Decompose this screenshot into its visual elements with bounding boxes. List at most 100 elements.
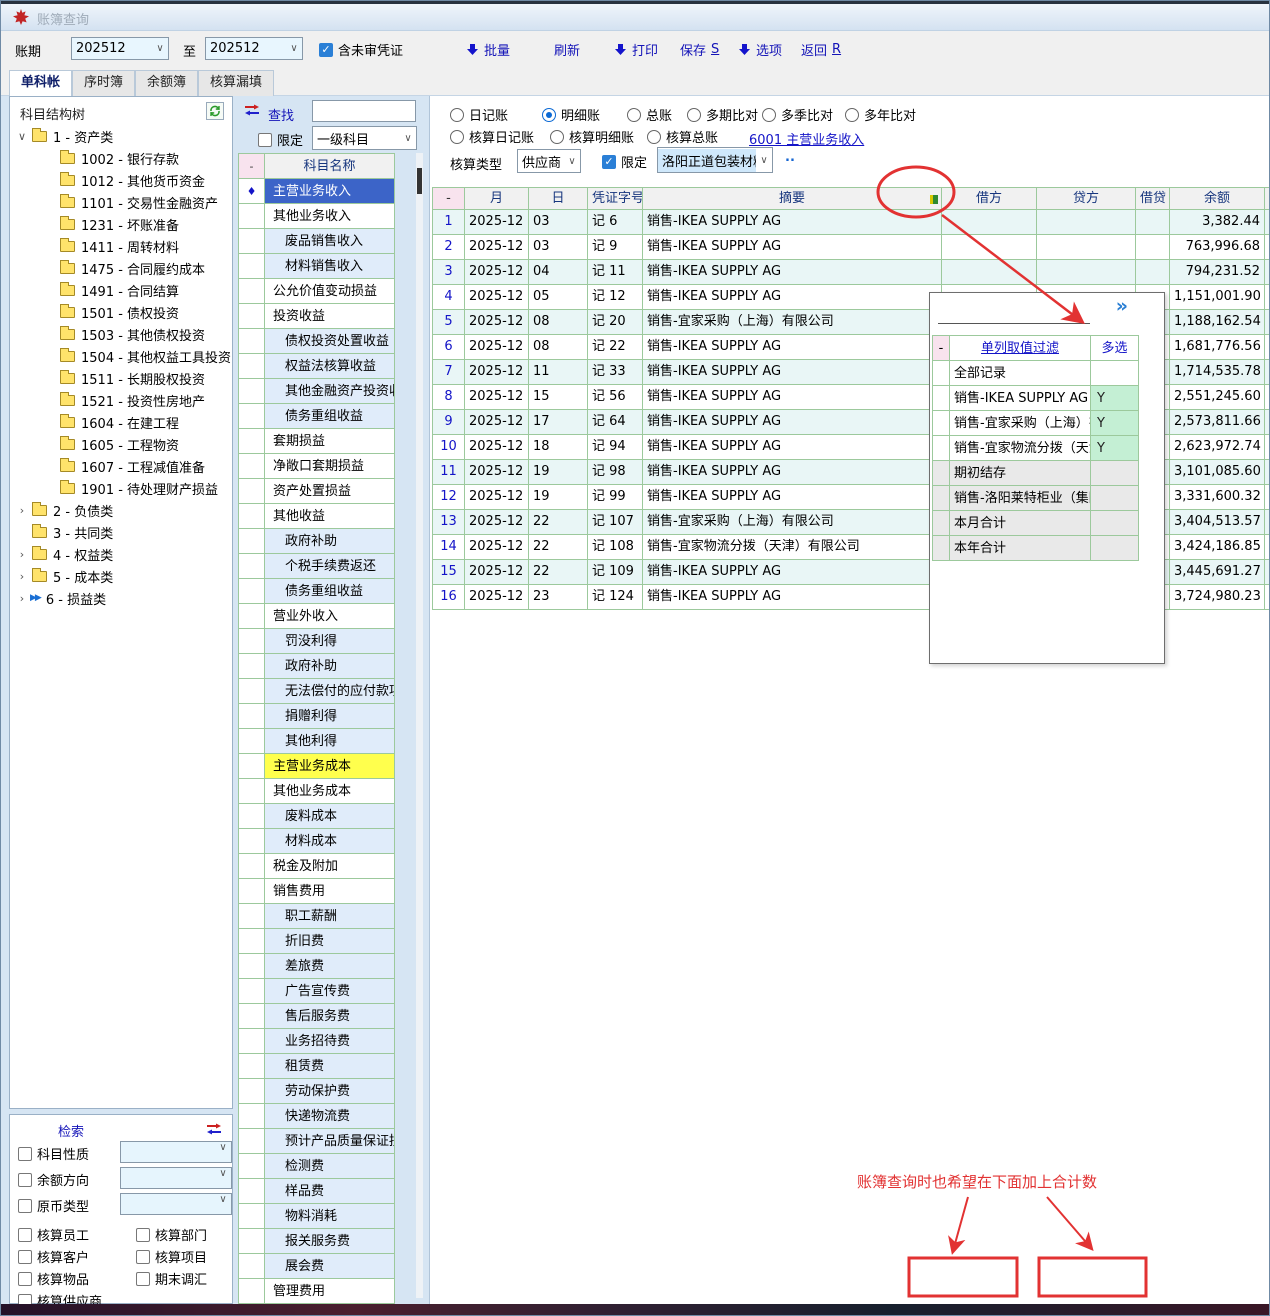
account-list-item[interactable]: 材料销售收入 [239, 254, 395, 279]
popup-flag-cell[interactable]: Y [1091, 386, 1139, 410]
tree-item[interactable]: 1101 - 交易性金融资产 [10, 191, 232, 213]
tree-item[interactable]: 1501 - 债权投资 [10, 301, 232, 323]
account-list-item[interactable]: 其他业务成本 [239, 779, 395, 804]
expand-icon[interactable]: » [1116, 297, 1128, 316]
popup-empty-cell[interactable] [1091, 511, 1139, 535]
tree-item[interactable]: 3 - 共同类 [10, 521, 232, 543]
popup-filter-row[interactable]: 销售-IKEA SUPPLY AGY [933, 386, 1139, 411]
account-list-item[interactable]: 劳动保护费 [239, 1079, 395, 1104]
account-list-item[interactable]: 其他收益 [239, 504, 395, 529]
account-list-item[interactable]: 债务重组收益 [239, 579, 395, 604]
popup-empty-cell[interactable] [1091, 536, 1139, 560]
account-list-item[interactable]: ♦主营业务收入 [239, 179, 395, 204]
tree-item[interactable]: ›5 - 成本类 [10, 565, 232, 587]
account-list-item[interactable]: 债务重组收益 [239, 404, 395, 429]
account-list-item[interactable]: 政府补助 [239, 654, 395, 679]
tree-item[interactable]: 1504 - 其他权益工具投资 [10, 345, 232, 367]
column-header-借方[interactable]: 借方 [942, 187, 1037, 210]
tree-item[interactable]: 1604 - 在建工程 [10, 411, 232, 433]
account-list-item[interactable]: 样品费 [239, 1179, 395, 1204]
account-list-item[interactable]: 其他利得 [239, 729, 395, 754]
account-list-item[interactable]: 预计产品质量保证损 [239, 1129, 395, 1154]
swap-icon[interactable] [206, 1123, 222, 1135]
popup-empty-cell[interactable] [1091, 486, 1139, 510]
account-list-item[interactable]: 权益法核算收益 [239, 354, 395, 379]
popup-filter-row[interactable]: 销售-宜家采购（上海）有Y [933, 411, 1139, 436]
tree-item[interactable]: 1002 - 银行存款 [10, 147, 232, 169]
tree-refresh-button[interactable] [206, 102, 224, 120]
account-list-item[interactable]: 广告宣传费 [239, 979, 395, 1004]
account-list-item[interactable]: 个税手续费返还 [239, 554, 395, 579]
account-list-item[interactable]: 罚没利得 [239, 629, 395, 654]
popup-filter-row[interactable]: 销售-洛阳莱特柜业（集团 [933, 486, 1139, 511]
tree-item[interactable]: 1475 - 合同履约成本 [10, 257, 232, 279]
column-header-余额[interactable]: 余额 [1170, 187, 1265, 210]
checkbox-核算客户[interactable]: 核算客户 [18, 1247, 89, 1266]
find-input[interactable] [312, 100, 416, 122]
account-list-item[interactable]: 营业外收入 [239, 604, 395, 629]
popup-empty-cell[interactable] [1091, 361, 1139, 385]
column-header-贷方[interactable]: 贷方 [1037, 187, 1136, 210]
account-list-item[interactable]: 管理费用 [239, 1279, 395, 1304]
account-list-item[interactable]: 快递物流费 [239, 1104, 395, 1129]
scrollbar-thumb[interactable] [417, 168, 422, 194]
popup-filter-row[interactable]: 销售-宜家物流分拨（天津Y [933, 436, 1139, 461]
account-list-item[interactable]: 主营业务成本 [239, 754, 395, 779]
checkbox-核算物品[interactable]: 核算物品 [18, 1269, 89, 1288]
tree-item[interactable]: 1503 - 其他债权投资 [10, 323, 232, 345]
tree-item[interactable]: ›▶▶6 - 损益类 [10, 587, 232, 609]
account-list-item[interactable]: 其他金融资产投资收 [239, 379, 395, 404]
limit-checkbox[interactable]: 限定 [258, 130, 303, 149]
collapse-icon[interactable]: ∨ [16, 130, 28, 143]
popup-filter-row[interactable]: 本年合计 [933, 536, 1139, 561]
account-list-item[interactable]: 销售费用 [239, 879, 395, 904]
account-list-item[interactable]: 差旅费 [239, 954, 395, 979]
account-list-item[interactable]: 检测费 [239, 1154, 395, 1179]
tree-item[interactable]: 1607 - 工程减值准备 [10, 455, 232, 477]
expand-icon[interactable]: › [16, 504, 28, 517]
account-list-item[interactable]: 材料成本 [239, 829, 395, 854]
tab-单科帐[interactable]: 单科帐 [9, 70, 72, 97]
account-list-item[interactable]: 展会费 [239, 1254, 395, 1279]
expand-icon[interactable]: › [16, 548, 28, 561]
table-row[interactable]: 32025-1204记 11销售-IKEA SUPPLY AG794,231.5… [432, 260, 1270, 285]
account-level-select[interactable]: 一级科目 ∨ [312, 126, 417, 150]
column-header-日[interactable]: 日 [529, 187, 588, 210]
tree-item[interactable]: 1605 - 工程物资 [10, 433, 232, 455]
popup-header-title[interactable]: 单列取值过滤 [950, 336, 1091, 360]
tree-item[interactable]: 1521 - 投资性房地产 [10, 389, 232, 411]
tree-item[interactable]: ›4 - 权益类 [10, 543, 232, 565]
tab-核算漏填[interactable]: 核算漏填 [198, 70, 274, 96]
account-list-item[interactable]: 捐赠利得 [239, 704, 395, 729]
column-header-月[interactable]: 月 [465, 187, 529, 210]
tree-item[interactable]: 1012 - 其他货币资金 [10, 169, 232, 191]
checkbox-期末调汇[interactable]: 期末调汇 [136, 1269, 207, 1288]
account-list-item[interactable]: 其他业务收入 [239, 204, 395, 229]
checkbox-科目性质[interactable]: 科目性质 [18, 1144, 89, 1163]
account-list-item[interactable]: 职工薪酬 [239, 904, 395, 929]
select-余额方向[interactable]: ∨ [120, 1167, 232, 1189]
account-list-item[interactable]: 报关服务费 [239, 1229, 395, 1254]
column-header-借贷[interactable]: 借贷 [1136, 187, 1170, 210]
column-header-凭证字号[interactable]: 凭证字号 [588, 187, 643, 210]
tree-item[interactable]: 1511 - 长期股权投资 [10, 367, 232, 389]
account-list-item[interactable]: 业务招待费 [239, 1029, 395, 1054]
column-header--[interactable]: - [432, 187, 465, 210]
account-list-item[interactable]: 无法偿付的应付款项 [239, 679, 395, 704]
select-原币类型[interactable]: ∨ [120, 1193, 232, 1215]
period-from-select[interactable]: 202512 ∨ [71, 37, 169, 60]
checkbox-核算部门[interactable]: 核算部门 [136, 1225, 207, 1244]
table-row[interactable]: 12025-1203记 6销售-IKEA SUPPLY AG3,382.44. [432, 210, 1270, 235]
account-list-item[interactable]: 折旧费 [239, 929, 395, 954]
tree-item[interactable]: ∨1 - 资产类 [10, 125, 232, 147]
options-button[interactable]: 选项 [738, 40, 782, 59]
account-list-item[interactable]: 税金及附加 [239, 854, 395, 879]
tree-item[interactable]: 1231 - 坏账准备 [10, 213, 232, 235]
account-list-item[interactable]: 废料成本 [239, 804, 395, 829]
popup-filter-row[interactable]: 全部记录 [933, 361, 1139, 386]
list-scrollbar[interactable] [416, 153, 423, 1298]
account-list-item[interactable]: 物料消耗 [239, 1204, 395, 1229]
period-to-select[interactable]: 202512 ∨ [205, 37, 303, 60]
expand-icon[interactable]: › [16, 570, 28, 583]
swap-icon[interactable] [244, 104, 260, 116]
